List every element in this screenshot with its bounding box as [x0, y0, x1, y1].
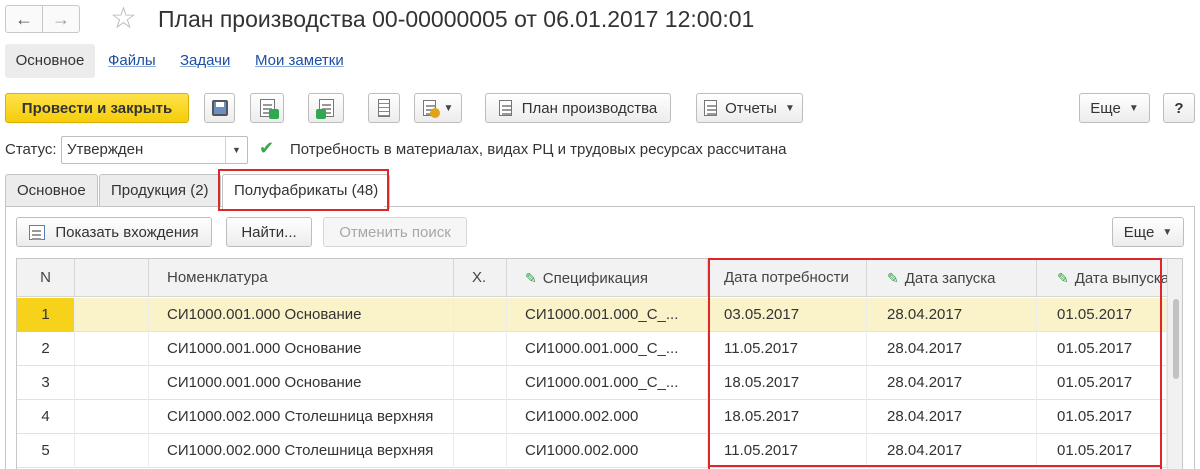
- cell-flag[interactable]: [75, 332, 149, 366]
- highlight-frame-dates: [708, 258, 1162, 469]
- section-tab-files[interactable]: Файлы: [108, 44, 156, 78]
- cell-characteristic[interactable]: [454, 298, 507, 332]
- divider: [1194, 206, 1195, 469]
- create-based-on-button[interactable]: ▼: [414, 93, 462, 123]
- status-message: Потребность в материалах, видах РЦ и тру…: [290, 141, 787, 158]
- cell-n[interactable]: 1: [17, 298, 75, 332]
- status-select[interactable]: Утвержден ▼: [61, 136, 248, 164]
- status-value: Утвержден: [67, 141, 144, 158]
- divider: [5, 206, 222, 207]
- cell-nomenclature[interactable]: СИ1000.001.000 Основание: [149, 366, 454, 400]
- tab-main[interactable]: Основное: [5, 174, 98, 206]
- status-label: Статус:: [5, 141, 57, 158]
- cell-flag[interactable]: [75, 298, 149, 332]
- copy-button[interactable]: [308, 93, 344, 123]
- journal-button[interactable]: [368, 93, 400, 123]
- chevron-down-icon: ▼: [443, 102, 454, 114]
- arrow-left-icon: ←: [15, 8, 33, 29]
- cell-characteristic[interactable]: [454, 400, 507, 434]
- cell-nomenclature[interactable]: СИ1000.002.000 Столешница верхняя: [149, 434, 454, 468]
- post-button[interactable]: [250, 93, 284, 123]
- scrollbar-thumb[interactable]: [1173, 299, 1179, 379]
- section-tab-tasks[interactable]: Задачи: [180, 44, 230, 78]
- list-icon: [378, 99, 390, 117]
- vertical-scrollbar[interactable]: [1167, 259, 1182, 469]
- save-button[interactable]: [204, 93, 235, 123]
- chevron-down-icon: ▼: [1128, 102, 1139, 114]
- favorite-star-icon[interactable]: ☆: [110, 2, 137, 36]
- page-title: План производства 00-00000005 от 06.01.2…: [158, 6, 755, 32]
- cell-n[interactable]: 5: [17, 434, 75, 468]
- highlight-frame-bottom: [708, 465, 1162, 467]
- cell-specification[interactable]: СИ1000.002.000: [507, 434, 708, 468]
- cell-n[interactable]: 4: [17, 400, 75, 434]
- copy-document-icon: [315, 99, 334, 119]
- cell-characteristic[interactable]: [454, 332, 507, 366]
- highlight-frame-tab: [218, 169, 389, 211]
- show-entries-icon: [29, 224, 46, 240]
- column-nomenclature[interactable]: Номенклатура: [149, 259, 454, 297]
- post-and-close-button[interactable]: Провести и закрыть: [5, 93, 189, 123]
- section-tab-main[interactable]: Основное: [5, 44, 95, 78]
- cell-specification[interactable]: СИ1000.002.000: [507, 400, 708, 434]
- document-icon: [498, 100, 512, 116]
- chevron-down-icon: ▼: [784, 102, 795, 114]
- production-plan-button[interactable]: План производства: [485, 93, 671, 123]
- help-button[interactable]: ?: [1163, 93, 1195, 123]
- cell-characteristic[interactable]: [454, 434, 507, 468]
- document-clock-icon: [422, 100, 440, 118]
- cell-nomenclature[interactable]: СИ1000.001.000 Основание: [149, 298, 454, 332]
- cell-flag[interactable]: [75, 434, 149, 468]
- find-button[interactable]: Найти...: [226, 217, 312, 247]
- tab-products[interactable]: Продукция (2): [99, 174, 221, 206]
- cell-characteristic[interactable]: [454, 366, 507, 400]
- cell-flag[interactable]: [75, 400, 149, 434]
- arrow-right-icon: →: [52, 8, 70, 29]
- report-icon: [704, 100, 718, 116]
- chevron-down-icon: ▼: [1162, 226, 1173, 238]
- cancel-search-button[interactable]: Отменить поиск: [323, 217, 467, 247]
- cell-nomenclature[interactable]: СИ1000.001.000 Основание: [149, 332, 454, 366]
- check-icon: ✔: [259, 138, 275, 158]
- cell-nomenclature[interactable]: СИ1000.002.000 Столешница верхняя: [149, 400, 454, 434]
- forward-button[interactable]: →: [42, 5, 80, 33]
- cell-specification[interactable]: СИ1000.001.000_С_...: [507, 332, 708, 366]
- cell-specification[interactable]: СИ1000.001.000_С_...: [507, 298, 708, 332]
- post-document-icon: [259, 99, 279, 119]
- save-icon: [211, 100, 228, 116]
- back-button[interactable]: ←: [5, 5, 43, 33]
- cell-n[interactable]: 2: [17, 332, 75, 366]
- more-actions-button[interactable]: Еще ▼: [1079, 93, 1150, 123]
- column-flag[interactable]: [75, 259, 149, 297]
- column-specification[interactable]: ✎ Спецификация: [507, 259, 708, 297]
- chevron-down-icon[interactable]: ▼: [225, 137, 247, 163]
- pencil-icon: ✎: [525, 270, 537, 286]
- divider: [5, 206, 6, 469]
- reports-button[interactable]: Отчеты ▼: [696, 93, 803, 123]
- column-characteristic[interactable]: Х.: [454, 259, 507, 297]
- section-tab-notes[interactable]: Мои заметки: [255, 44, 344, 78]
- show-entries-button[interactable]: Показать вхождения: [16, 217, 212, 247]
- column-n[interactable]: N: [17, 259, 75, 297]
- cell-flag[interactable]: [75, 366, 149, 400]
- grid-more-button[interactable]: Еще ▼: [1112, 217, 1184, 247]
- cell-specification[interactable]: СИ1000.001.000_С_...: [507, 366, 708, 400]
- divider: [384, 206, 1195, 207]
- cell-n[interactable]: 3: [17, 366, 75, 400]
